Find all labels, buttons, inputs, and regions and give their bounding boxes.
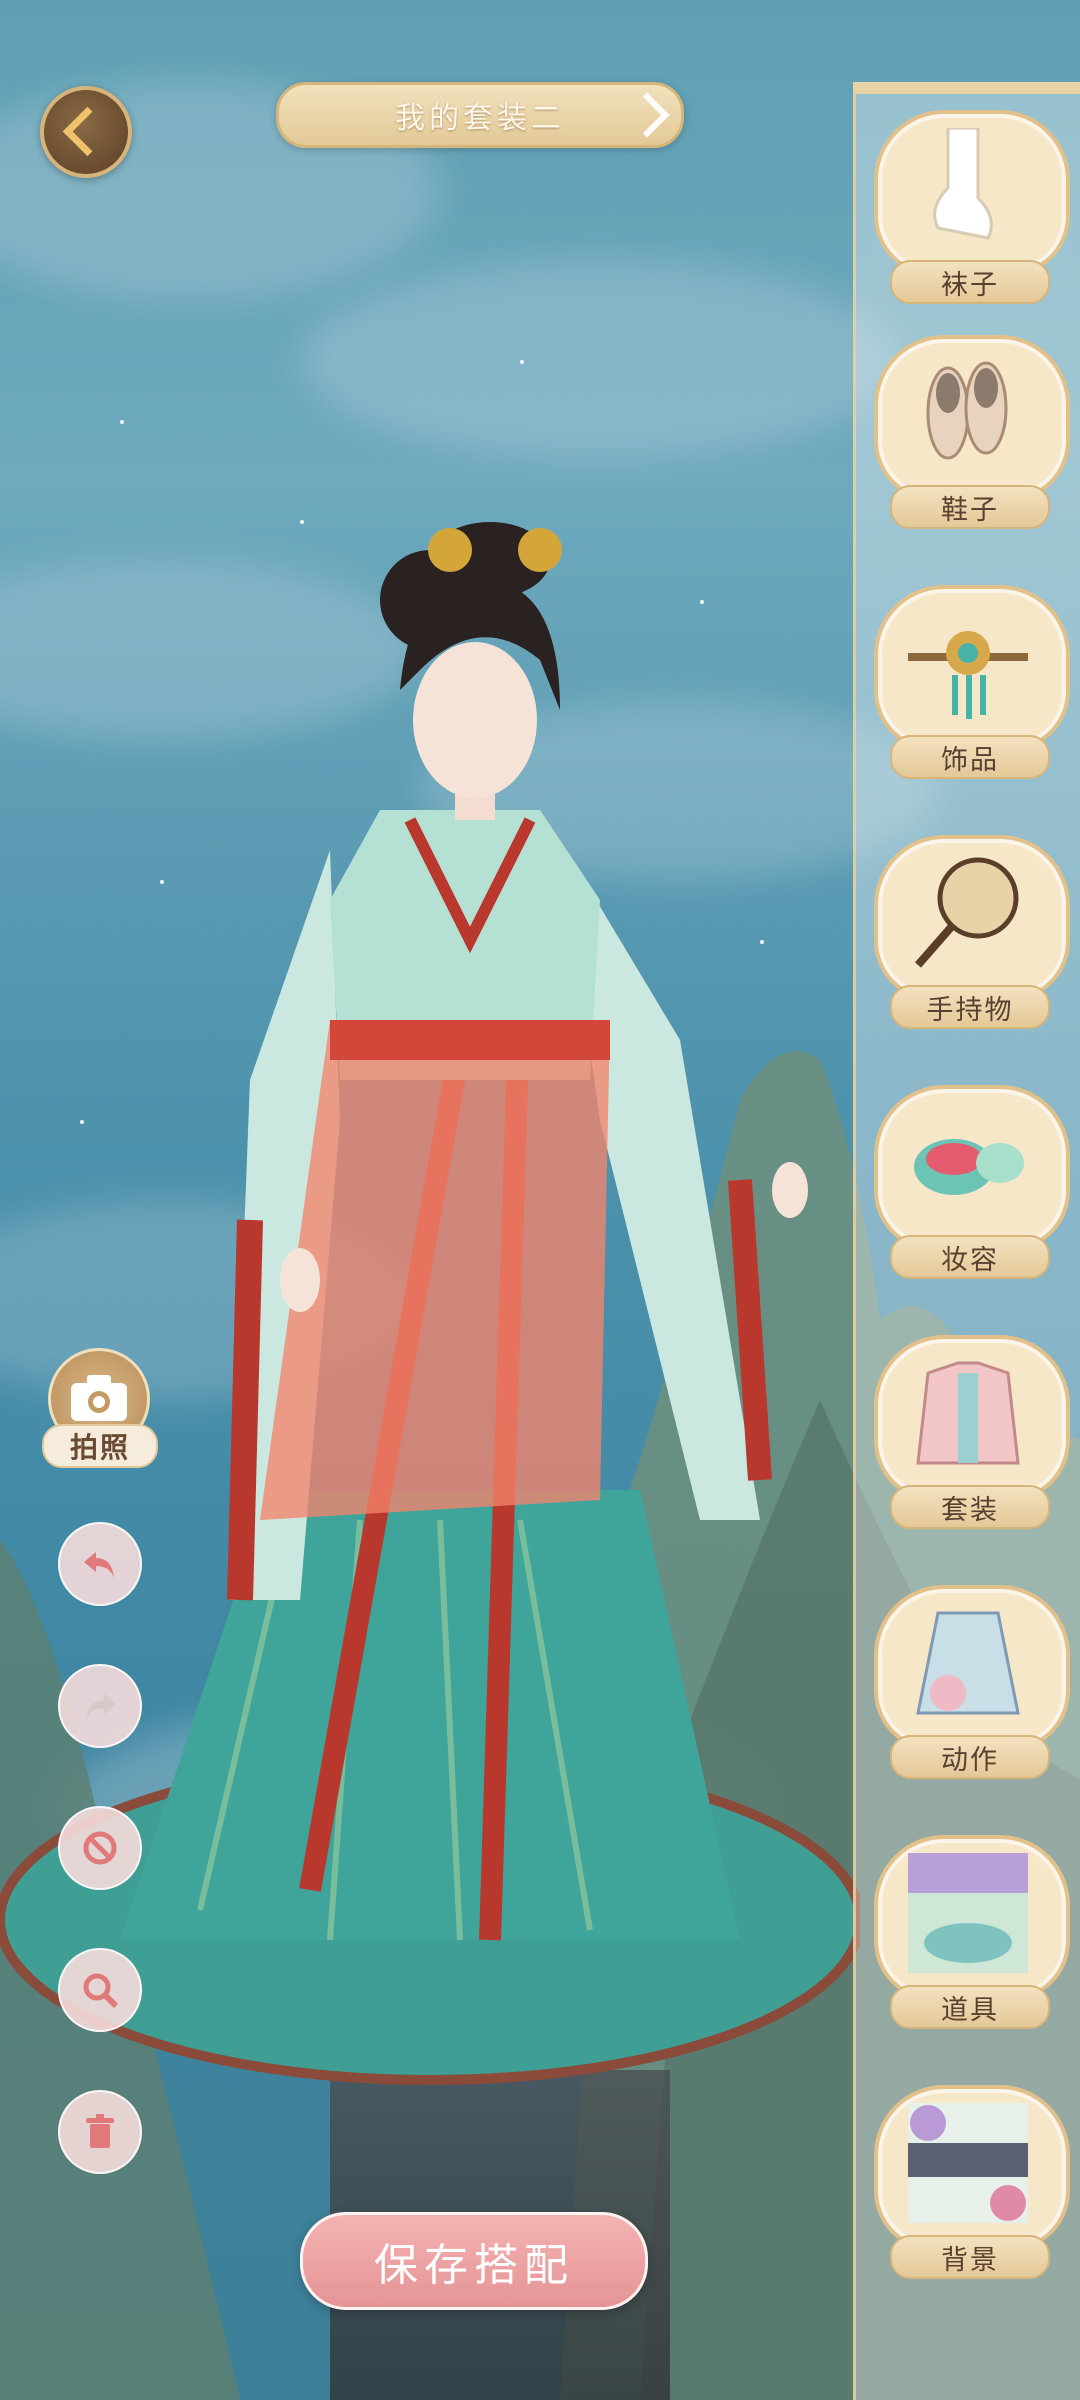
- redo-button[interactable]: [58, 1664, 142, 1748]
- ban-icon: [83, 1831, 117, 1865]
- camera-label[interactable]: 拍照: [42, 1424, 158, 1468]
- category-socks-label: 袜子: [890, 260, 1050, 304]
- hairpin-icon: [908, 631, 1028, 719]
- outfit-icon: [916, 1361, 1020, 1465]
- category-props-label: 道具: [890, 1985, 1050, 2029]
- category-outfits-label: 套装: [890, 1485, 1050, 1529]
- save-outfit-label: 保存搭配: [374, 2240, 574, 2291]
- back-arrow-icon: [62, 106, 113, 157]
- chevron-right-icon[interactable]: [624, 92, 670, 138]
- category-accessories[interactable]: 饰品: [874, 585, 1070, 795]
- undo-button[interactable]: [58, 1522, 142, 1606]
- category-backgrounds-label: 背景: [890, 2235, 1050, 2279]
- zoom-button[interactable]: [58, 1948, 142, 2032]
- category-shoes[interactable]: 鞋子: [874, 335, 1070, 545]
- makeup-icon: [914, 1139, 1024, 1195]
- category-poses[interactable]: 动作: [874, 1585, 1070, 1795]
- category-makeup-label: 妆容: [890, 1235, 1050, 1279]
- category-backgrounds[interactable]: 背景: [874, 2085, 1070, 2295]
- outfit-title: 我的套装二: [395, 101, 565, 136]
- category-outfits[interactable]: 套装: [874, 1335, 1070, 1545]
- prop-icon: [908, 1853, 1028, 1973]
- category-panel-rail: [853, 82, 1080, 94]
- category-handheld-label: 手持物: [890, 985, 1050, 1029]
- redo-icon: [86, 1694, 116, 1720]
- pose-icon: [916, 1611, 1020, 1715]
- category-accessories-label: 饰品: [890, 735, 1050, 779]
- zoom-icon: [83, 1973, 119, 2009]
- category-socks[interactable]: 袜子: [874, 110, 1070, 320]
- trash-icon: [86, 2114, 114, 2148]
- fan-icon: [914, 857, 1019, 968]
- category-shoes-label: 鞋子: [890, 485, 1050, 529]
- outfit-title-selector[interactable]: 我的套装二: [276, 82, 684, 148]
- back-button[interactable]: [40, 86, 132, 178]
- socks-icon: [933, 128, 993, 240]
- delete-button[interactable]: [58, 2090, 142, 2174]
- category-props[interactable]: 道具: [874, 1835, 1070, 2045]
- shoes-icon: [926, 361, 1008, 460]
- save-outfit-button[interactable]: 保存搭配: [300, 2212, 648, 2310]
- category-handheld[interactable]: 手持物: [874, 835, 1070, 1045]
- background-icon: [908, 2103, 1028, 2223]
- clear-button[interactable]: [58, 1806, 142, 1890]
- category-poses-label: 动作: [890, 1735, 1050, 1779]
- category-makeup[interactable]: 妆容: [874, 1085, 1070, 1295]
- undo-icon: [84, 1552, 114, 1578]
